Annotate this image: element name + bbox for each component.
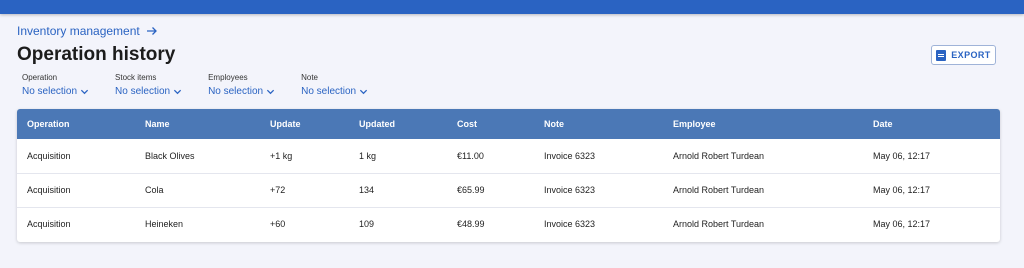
column-header-update[interactable]: Update (260, 109, 349, 139)
filter-select[interactable]: No selection (115, 86, 182, 97)
cell-date: May 06, 12:17 (873, 185, 931, 195)
filter-note[interactable]: Note No selection (301, 73, 368, 97)
filter-label: Operation (22, 73, 58, 82)
cell-updated: 109 (359, 219, 375, 230)
cell-employee: Arnold Robert Turdean (673, 185, 765, 195)
table-row[interactable]: Acquisition Black Olives +1 kg 1 kg €11.… (17, 139, 1000, 173)
cell-name: Heineken (145, 219, 184, 230)
filter-stock-items[interactable]: Stock items No selection (115, 73, 182, 97)
cell-updated: 134 (359, 185, 375, 195)
column-header-note[interactable]: Note (534, 109, 663, 139)
filter-operation[interactable]: Operation No selection (22, 73, 89, 97)
column-header-date[interactable]: Date (863, 109, 1000, 139)
column-header-updated[interactable]: Updated (349, 109, 447, 139)
cell-update: +60 (270, 219, 286, 230)
cell-operation: Acquisition (27, 185, 71, 195)
breadcrumb-link[interactable]: Inventory management (17, 24, 140, 38)
cell-updated: 1 kg (359, 150, 377, 161)
filter-select[interactable]: No selection (22, 86, 89, 97)
filter-value: No selection (301, 86, 357, 97)
breadcrumb[interactable]: Inventory management (17, 24, 158, 38)
pdf-icon (936, 49, 947, 61)
column-header-cost[interactable]: Cost (447, 109, 534, 139)
column-header-employee[interactable]: Employee (663, 109, 863, 139)
column-header-operation[interactable]: Operation (17, 109, 135, 139)
filter-employees[interactable]: Employees No selection (208, 73, 275, 97)
table-row[interactable]: Acquisition Cola +72 134 €65.99 Invoice … (17, 173, 1000, 207)
page-title: Operation history (17, 44, 176, 65)
filter-value: No selection (22, 86, 78, 97)
chevron-down-icon (173, 89, 182, 95)
export-button[interactable]: EXPORT (931, 45, 996, 65)
top-app-bar (0, 0, 1024, 14)
column-header-name[interactable]: Name (135, 109, 260, 139)
chevron-down-icon (266, 89, 275, 95)
cell-cost: €65.99 (457, 185, 485, 195)
filter-select[interactable]: No selection (208, 86, 275, 97)
filter-label: Note (301, 73, 318, 82)
table-row[interactable]: Acquisition Heineken +60 109 €48.99 Invo… (17, 207, 1000, 241)
cell-update: +72 (270, 185, 286, 195)
cell-date: May 06, 12:17 (873, 150, 931, 161)
cell-operation: Acquisition (27, 150, 71, 161)
cell-employee: Arnold Robert Turdean (673, 150, 765, 161)
cell-employee: Arnold Robert Turdean (673, 219, 765, 230)
cell-operation: Acquisition (27, 219, 71, 230)
cell-note: Invoice 6323 (544, 219, 596, 230)
chevron-down-icon (360, 89, 368, 95)
cell-note: Invoice 6323 (544, 150, 596, 161)
arrow-right-icon (146, 27, 157, 35)
cell-update: +1 kg (270, 150, 293, 161)
chevron-down-icon (80, 89, 89, 95)
filter-value: No selection (208, 86, 264, 97)
cell-cost: €48.99 (457, 219, 485, 230)
cell-date: May 06, 12:17 (873, 219, 931, 230)
filter-bar: Operation No selection Stock items No se… (22, 73, 394, 97)
cell-name: Cola (145, 185, 164, 195)
filter-label: Stock items (115, 73, 157, 82)
table-header-row: Operation Name Update Updated Cost Note … (17, 109, 1000, 139)
cell-cost: €11.00 (457, 150, 484, 161)
filter-label: Employees (208, 73, 248, 82)
export-button-label: EXPORT (951, 50, 991, 60)
filter-value: No selection (115, 86, 171, 97)
operation-history-table: Operation Name Update Updated Cost Note … (17, 109, 1000, 242)
cell-name: Black Olives (145, 150, 195, 161)
filter-select[interactable]: No selection (301, 86, 368, 97)
cell-note: Invoice 6323 (544, 185, 596, 195)
